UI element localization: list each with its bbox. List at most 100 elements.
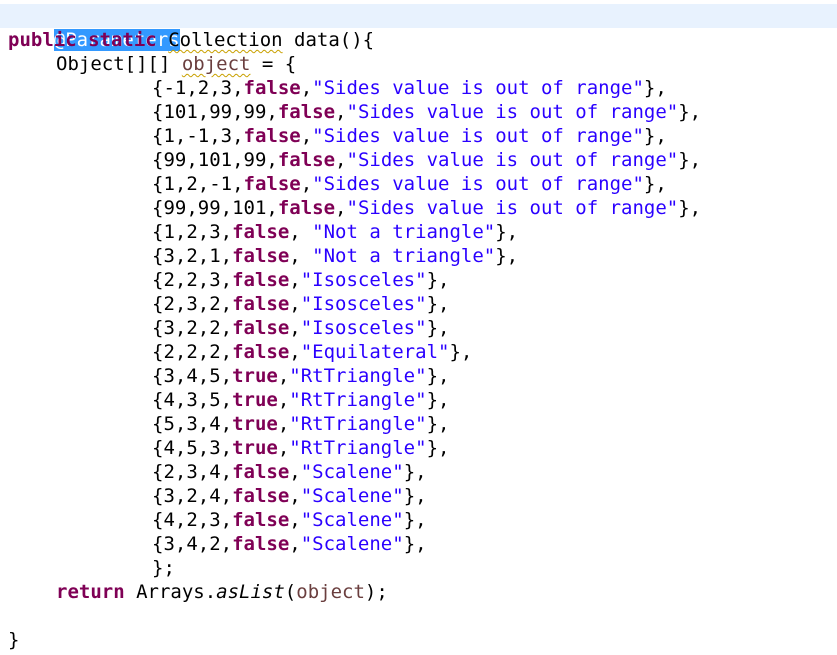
row-end: }, xyxy=(426,437,450,459)
row-separator: , xyxy=(335,101,347,123)
row-end: }, xyxy=(643,173,667,195)
row-boolean-keyword: false xyxy=(232,221,290,243)
row-end: }, xyxy=(678,197,702,219)
row-separator: , xyxy=(300,125,313,147)
row-separator: , xyxy=(289,269,301,291)
variable-object[interactable]: object xyxy=(182,53,251,75)
return-arg-object: object xyxy=(296,581,365,603)
row-boolean-keyword: true xyxy=(232,365,278,387)
declaration-type: Object[][] xyxy=(56,53,182,75)
array-row[interactable]: {3,2,1,false, "Not a triangle"}, xyxy=(152,244,518,268)
array-row[interactable]: {2,3,4,false,"Scalene"}, xyxy=(152,460,427,484)
row-string-literal: "Scalene" xyxy=(300,533,404,555)
row-separator: , xyxy=(289,245,313,267)
row-string-literal: "Sides value is out of range" xyxy=(312,77,644,99)
row-end: }, xyxy=(426,413,450,435)
declaration-rest: = { xyxy=(250,53,297,75)
row-separator: , xyxy=(289,461,301,483)
row-boolean-keyword: false xyxy=(277,101,336,123)
row-boolean-keyword: false xyxy=(232,245,290,267)
row-string-literal: "Isosceles" xyxy=(300,317,427,339)
row-string-literal: "Scalene" xyxy=(300,461,404,483)
code-line-close-array[interactable]: }; xyxy=(152,556,175,580)
array-row[interactable]: {2,2,3,false,"Isosceles"}, xyxy=(152,268,449,292)
array-row[interactable]: {3,2,2,false,"Isosceles"}, xyxy=(152,316,449,340)
array-row[interactable]: {99,101,99,false,"Sides value is out of … xyxy=(152,148,701,172)
row-end: }, xyxy=(678,101,702,123)
row-end: }, xyxy=(426,365,450,387)
row-boolean-keyword: false xyxy=(232,317,290,339)
array-row[interactable]: {3,4,5,true,"RtTriangle"}, xyxy=(152,364,449,388)
row-string-literal: "Not a triangle" xyxy=(312,245,496,267)
array-row[interactable]: {-1,2,3,false,"Sides value is out of ran… xyxy=(152,76,667,100)
row-boolean-keyword: true xyxy=(232,389,278,411)
row-end: }, xyxy=(426,317,450,339)
code-line-declaration[interactable]: Object[][] object = { xyxy=(56,52,296,76)
row-end: }, xyxy=(426,389,450,411)
row-boolean-keyword: true xyxy=(232,413,278,435)
row-boolean-keyword: false xyxy=(243,77,301,99)
array-row[interactable]: {2,3,2,false,"Isosceles"}, xyxy=(152,292,449,316)
row-numbers: {3,4,2, xyxy=(152,533,233,555)
row-string-literal: "RtTriangle" xyxy=(289,437,427,459)
row-string-literal: "Isosceles" xyxy=(300,293,427,315)
row-separator: , xyxy=(300,173,313,195)
row-end: }, xyxy=(643,77,667,99)
array-row[interactable]: {4,2,3,false,"Scalene"}, xyxy=(152,508,427,532)
code-line-return[interactable]: return Arrays.asList(object); xyxy=(56,580,388,604)
row-string-literal: "Scalene" xyxy=(300,485,404,507)
row-numbers: {4,3,5, xyxy=(152,389,233,411)
array-row[interactable]: {5,3,4,true,"RtTriangle"}, xyxy=(152,412,449,436)
row-numbers: {3,2,1, xyxy=(152,245,233,267)
keyword-public: public xyxy=(8,29,77,51)
row-boolean-keyword: false xyxy=(243,125,301,147)
row-separator: , xyxy=(277,413,290,435)
method-name: data(){ xyxy=(282,29,375,51)
code-line-close-method[interactable]: } xyxy=(8,628,19,652)
return-type-warning[interactable]: Collection xyxy=(168,29,282,51)
row-numbers: {4,5,3, xyxy=(152,437,233,459)
row-string-literal: "RtTriangle" xyxy=(289,413,427,435)
row-end: }, xyxy=(403,533,427,555)
array-row[interactable]: {4,5,3,true,"RtTriangle"}, xyxy=(152,436,449,460)
row-separator: , xyxy=(289,341,301,363)
row-separator: , xyxy=(289,293,301,315)
row-separator: , xyxy=(289,317,301,339)
array-row[interactable]: {99,99,101,false,"Sides value is out of … xyxy=(152,196,701,220)
array-row[interactable]: {2,2,2,false,"Equilateral"}, xyxy=(152,340,472,364)
row-separator: , xyxy=(277,389,290,411)
keyword-return: return xyxy=(56,581,125,603)
row-string-literal: "Sides value is out of range" xyxy=(346,197,679,219)
array-row[interactable]: {3,2,4,false,"Scalene"}, xyxy=(152,484,427,508)
array-row[interactable]: {3,4,2,false,"Scalene"}, xyxy=(152,532,427,556)
array-row[interactable]: {1,-1,3,false,"Sides value is out of ran… xyxy=(152,124,667,148)
row-string-literal: "Sides value is out of range" xyxy=(346,101,679,123)
row-string-literal: "Sides value is out of range" xyxy=(312,125,644,147)
row-separator: , xyxy=(335,149,347,171)
array-row[interactable]: {1,2,-1,false,"Sides value is out of ran… xyxy=(152,172,667,196)
code-line-annotation[interactable]: @Parameters xyxy=(8,4,180,51)
array-row[interactable]: {101,99,99,false,"Sides value is out of … xyxy=(152,100,701,124)
row-numbers: {3,2,4, xyxy=(152,485,233,507)
row-end: }, xyxy=(449,341,473,363)
code-editor[interactable]: @Parameters public static Collection dat… xyxy=(0,0,837,655)
row-boolean-keyword: false xyxy=(232,269,290,291)
row-end: }, xyxy=(426,269,450,291)
row-separator: , xyxy=(289,485,301,507)
row-boolean-keyword: false xyxy=(232,293,290,315)
row-string-literal: "Sides value is out of range" xyxy=(312,173,644,195)
row-end: }, xyxy=(403,485,427,507)
code-line-signature[interactable]: public static Collection data(){ xyxy=(8,28,374,52)
array-row[interactable]: {1,2,3,false, "Not a triangle"}, xyxy=(152,220,518,244)
row-end: }, xyxy=(495,245,519,267)
row-end: }, xyxy=(426,293,450,315)
row-boolean-keyword: true xyxy=(232,437,278,459)
array-row[interactable]: {4,3,5,true,"RtTriangle"}, xyxy=(152,388,449,412)
row-numbers: {2,2,2, xyxy=(152,341,233,363)
row-numbers: {99,99,101, xyxy=(152,197,278,219)
row-boolean-keyword: false xyxy=(232,341,290,363)
row-end: }, xyxy=(495,221,519,243)
row-string-literal: "Scalene" xyxy=(300,509,404,531)
row-boolean-keyword: false xyxy=(277,197,336,219)
row-numbers: {2,3,4, xyxy=(152,461,233,483)
